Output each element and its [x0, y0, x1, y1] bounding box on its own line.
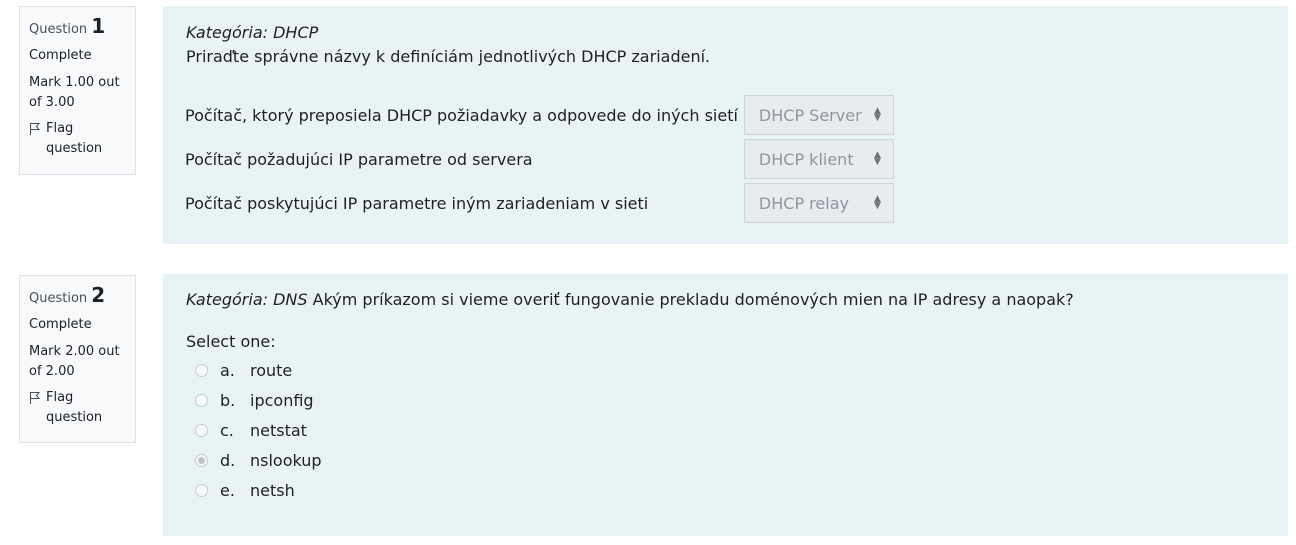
flag-question-link[interactable]: Flag question — [29, 119, 135, 159]
option-letter: d. — [220, 450, 236, 470]
matching-row: Počítač požadujúci IP parametre od serve… — [185, 137, 894, 181]
question-text: Priraďte správne názvy k definíciám jedn… — [186, 47, 711, 66]
question-text-line: Kategória: DNS Akým príkazom si vieme ov… — [186, 288, 1265, 312]
question-content-2: Kategória: DNS Akým príkazom si vieme ov… — [163, 274, 1288, 536]
select-value: DHCP relay — [758, 193, 849, 213]
question-state: Complete — [29, 317, 92, 332]
answer-option[interactable]: d. nslookup — [186, 445, 1265, 475]
answer-options: a. route b. ipconfig c. netstat d. nsloo… — [186, 355, 1265, 505]
question-label: Question — [29, 291, 88, 306]
option-label: ipconfig — [250, 390, 314, 410]
answer-select[interactable]: DHCP Server ▲ ▼ — [743, 95, 894, 135]
option-label: netstat — [250, 420, 307, 440]
question-category: Kategória: DHCP — [186, 23, 319, 42]
option-label: route — [250, 360, 293, 380]
option-label: nslookup — [250, 450, 322, 470]
answer-option[interactable]: a. route — [186, 355, 1265, 385]
flag-label: Flag question — [46, 390, 103, 425]
question-grade: Mark 1.00 out of 3.00 — [29, 75, 120, 110]
question-grade: Mark 2.00 out of 2.00 — [29, 344, 120, 379]
matching-row: Počítač poskytujúci IP parametre iným za… — [185, 181, 894, 225]
option-label: netsh — [250, 480, 295, 500]
flag-icon — [30, 123, 41, 135]
matching-prompt: Počítač, ktorý preposiela DHCP požiadavk… — [185, 105, 738, 125]
flag-icon — [30, 392, 41, 404]
flag-question-link[interactable]: Flag question — [29, 388, 135, 428]
answer-option[interactable]: b. ipconfig — [186, 385, 1265, 415]
question-content-1: Kategória: DHCP Priraďte správne názvy k… — [163, 6, 1288, 244]
option-letter: e. — [220, 480, 235, 500]
question-number: 2 — [91, 283, 106, 307]
question-number-line: Question 1 — [29, 15, 135, 41]
select-arrows-icon: ▲ ▼ — [874, 194, 881, 211]
question-number: 1 — [91, 14, 106, 38]
question-state: Complete — [29, 48, 92, 63]
question-number-line: Question 2 — [29, 284, 135, 310]
radio-button[interactable] — [195, 483, 208, 497]
select-value: DHCP klient — [758, 149, 854, 169]
matching-table: Počítač, ktorý preposiela DHCP požiadavk… — [185, 93, 894, 225]
select-value: DHCP Server — [758, 105, 862, 125]
select-one-label: Select one: — [186, 332, 276, 351]
select-arrows-icon: ▲ ▼ — [874, 106, 881, 123]
answer-option[interactable]: c. netstat — [186, 415, 1265, 445]
select-arrows-icon: ▲ ▼ — [874, 150, 881, 167]
matching-row: Počítač, ktorý preposiela DHCP požiadavk… — [185, 93, 894, 137]
option-letter: b. — [220, 390, 236, 410]
matching-prompt: Počítač požadujúci IP parametre od serve… — [185, 149, 533, 169]
question-label: Question — [29, 22, 88, 37]
question-category: Kategória: DNS — [186, 290, 308, 309]
question-info-1: Question 1 Complete Mark 1.00 out of 3.0… — [19, 6, 136, 175]
option-letter: a. — [220, 360, 235, 380]
radio-button[interactable] — [195, 363, 208, 377]
matching-prompt: Počítač poskytujúci IP parametre iným za… — [185, 193, 649, 213]
option-letter: c. — [220, 420, 234, 440]
answer-select[interactable]: DHCP relay ▲ ▼ — [743, 183, 894, 223]
question-info-2: Question 2 Complete Mark 2.00 out of 2.0… — [19, 275, 136, 443]
radio-button-checked[interactable] — [195, 453, 208, 467]
radio-button[interactable] — [195, 423, 208, 437]
flag-label: Flag question — [46, 121, 103, 156]
answer-option[interactable]: e. netsh — [186, 475, 1265, 505]
radio-button[interactable] — [195, 393, 208, 407]
answer-select[interactable]: DHCP klient ▲ ▼ — [743, 139, 894, 179]
question-text: Akým príkazom si vieme overiť fungovanie… — [312, 290, 1074, 309]
